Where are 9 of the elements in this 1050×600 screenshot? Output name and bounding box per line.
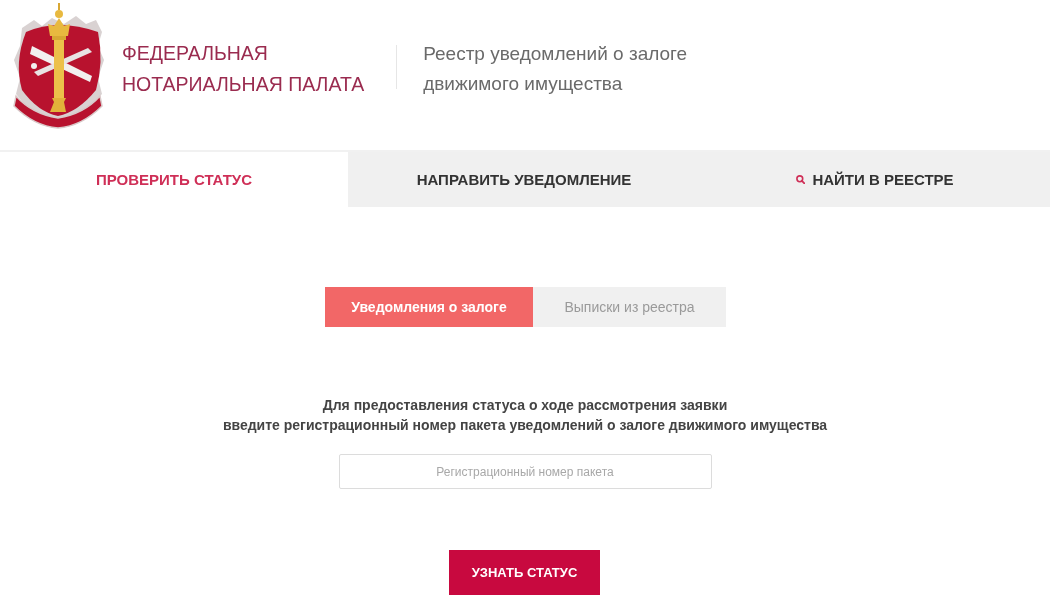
- instruction-text: Для предоставления статуса о ходе рассмотрения заявки введите регистрационный номер пакета уведомлений о залоге движимого имущества: [222, 396, 828, 435]
- organization-name: ФЕДЕРАЛЬНАЯ НОТАРИАЛЬНАЯ ПАЛАТА: [122, 41, 365, 97]
- nav-tab[interactable]: НАЙТИ В РЕЕСТРЕ: [700, 152, 1050, 207]
- search-icon: [796, 175, 806, 184]
- check-status-button[interactable]: УЗНАТЬ СТАТУС: [449, 550, 600, 595]
- registry-subtitle: Реестр уведомлений о залоге движимого имущества: [423, 42, 688, 96]
- segment-tab[interactable]: Уведомления о залоге: [325, 287, 533, 327]
- package-number-field[interactable]: Регистрационный номер пакета: [338, 454, 712, 489]
- nav-tab[interactable]: НАПРАВИТЬ УВЕДОМЛЕНИЕ: [348, 152, 700, 207]
